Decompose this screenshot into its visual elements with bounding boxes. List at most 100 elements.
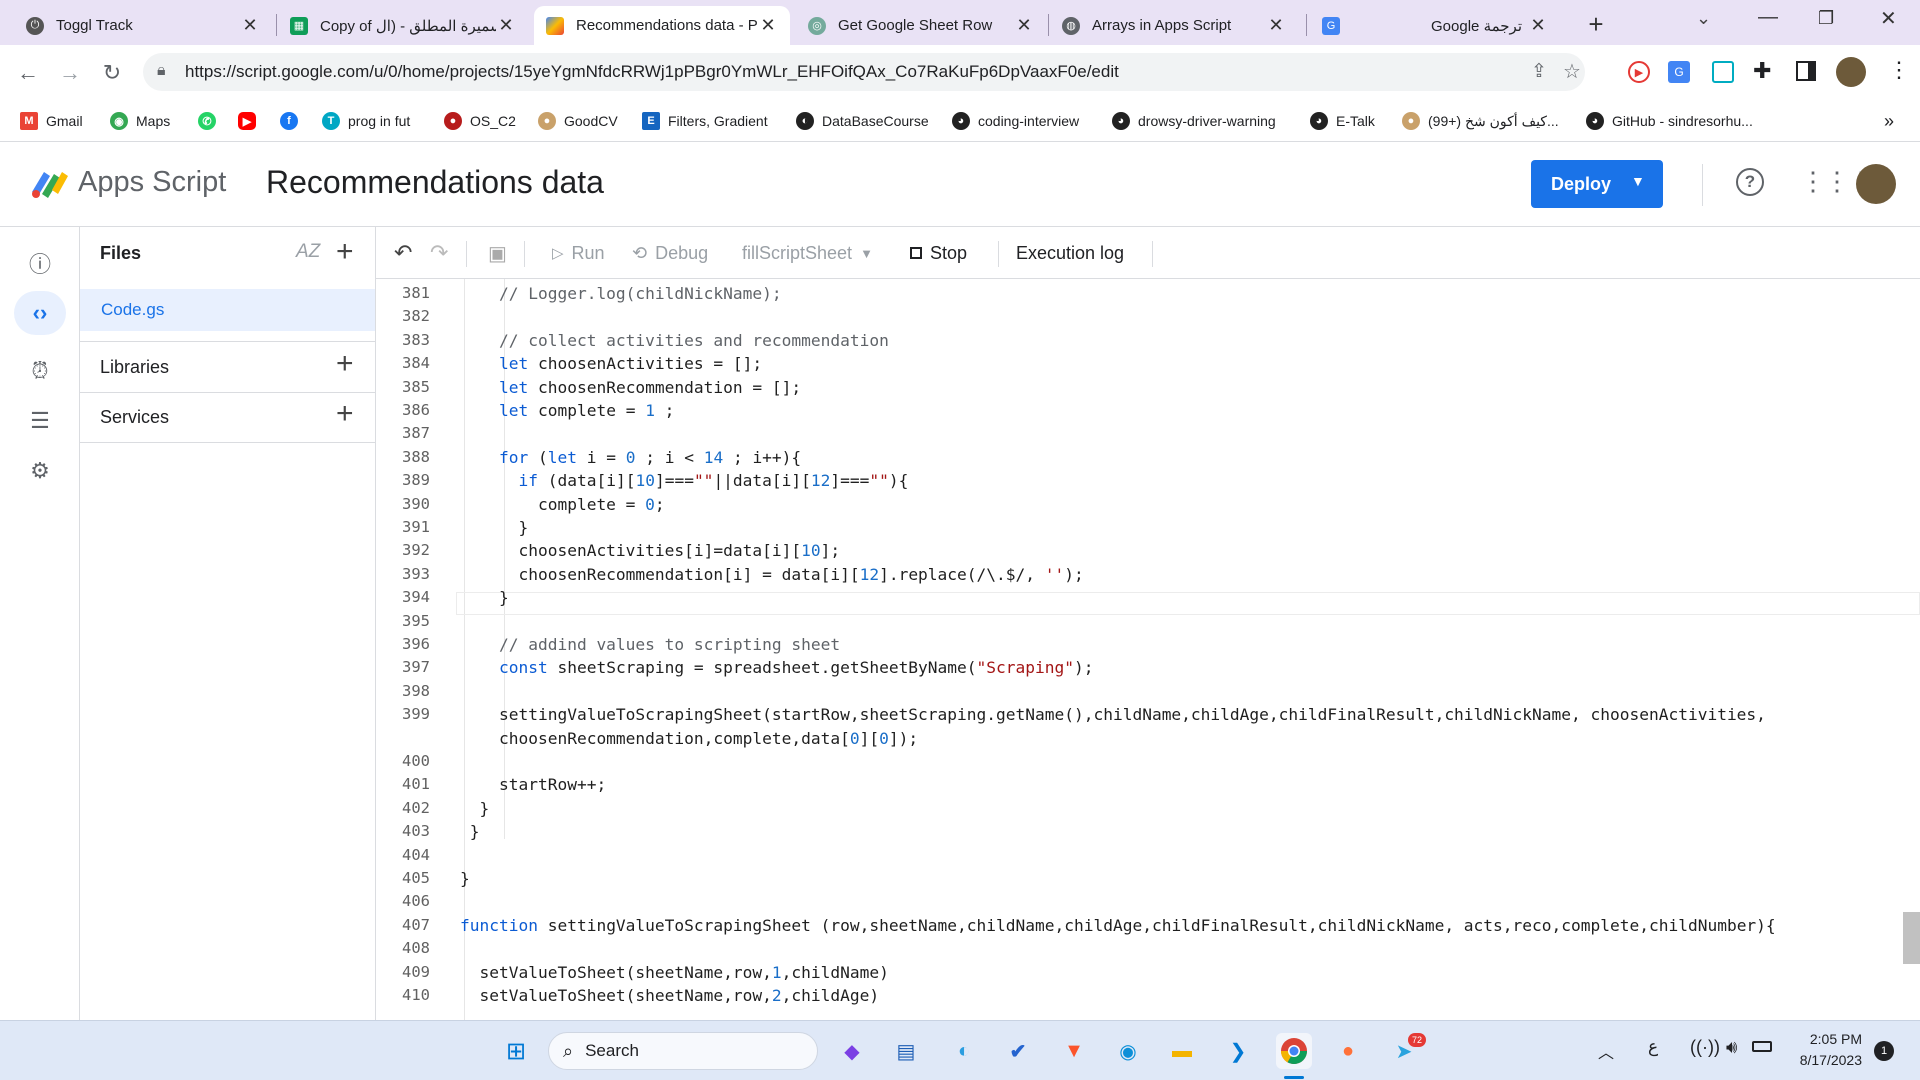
editor-scrollbar[interactable]: [1903, 912, 1920, 964]
bookmark-star-icon[interactable]: ☆: [1563, 59, 1581, 84]
edge-icon[interactable]: ◉: [1110, 1033, 1146, 1069]
executions-list-icon[interactable]: ☰: [14, 399, 66, 443]
taskbar-search-box[interactable]: ⌕ Search: [548, 1032, 818, 1070]
show-hidden-icons-chevron-icon[interactable]: ︿: [1598, 1039, 1614, 1063]
account-avatar[interactable]: [1856, 164, 1896, 204]
add-library-icon[interactable]: +: [336, 347, 354, 381]
bookmark-maps[interactable]: ◉ Maps: [110, 109, 170, 133]
close-tab-icon[interactable]: ✕: [758, 15, 778, 36]
tab-arrays-apps-script[interactable]: ◍ Arrays in Apps Script ✕: [1050, 6, 1298, 45]
extensions-puzzle-icon[interactable]: ✚: [1753, 58, 1771, 84]
edge-dev-icon[interactable]: ◐: [946, 1033, 982, 1069]
close-tab-icon[interactable]: ✕: [240, 15, 260, 36]
code-editor[interactable]: 381 // Logger.log(childNickName); 382 383 …: [376, 279, 1920, 1020]
close-tab-icon[interactable]: ✕: [496, 15, 516, 36]
code-line[interactable]: }: [460, 518, 528, 537]
bookmark-filters[interactable]: E Filters, Gradient: [642, 109, 768, 133]
code-line[interactable]: choosenRecommendation[i] = data[i][12].r…: [460, 565, 1083, 584]
code-line[interactable]: }: [460, 869, 470, 888]
deploy-button[interactable]: Deploy ▼: [1531, 160, 1663, 208]
code-line[interactable]: let choosenActivities = [];: [460, 354, 762, 373]
stop-button[interactable]: Stop: [910, 227, 967, 279]
browser-menu-icon[interactable]: ⋮: [1888, 57, 1910, 83]
redo-icon[interactable]: ↷: [430, 227, 448, 279]
bookmark-etalk[interactable]: ◕ E-Talk: [1310, 109, 1375, 133]
execution-log-button[interactable]: Execution log: [1016, 227, 1124, 279]
bookmark-facebook[interactable]: f: [280, 109, 306, 133]
input-language[interactable]: ع: [1648, 1037, 1658, 1057]
overview-info-icon[interactable]: ⓘ: [14, 241, 66, 285]
save-extension-icon[interactable]: [1712, 61, 1734, 83]
tab-search-chevron-icon[interactable]: ⌄: [1696, 8, 1711, 29]
bookmark-whatsapp[interactable]: ✆: [198, 109, 224, 133]
vscode-icon[interactable]: ❯: [1220, 1033, 1256, 1069]
settings-gear-icon[interactable]: ⚙: [14, 449, 66, 493]
run-button[interactable]: ▷ Run: [552, 227, 605, 279]
tab-get-sheet-row[interactable]: ◎ Get Google Sheet Row ✕: [796, 6, 1046, 45]
code-line[interactable]: setValueToSheet(sheetName,row,1,childNam…: [460, 963, 888, 982]
code-line[interactable]: // addind values to scripting sheet: [460, 635, 840, 654]
restore-icon[interactable]: ❐: [1818, 8, 1834, 29]
code-line[interactable]: let choosenRecommendation = [];: [460, 378, 801, 397]
share-icon[interactable]: ⇪: [1531, 60, 1547, 83]
forward-arrow-icon[interactable]: →: [54, 57, 86, 89]
code-line[interactable]: setValueToSheet(sheetName,row,2,childAge…: [460, 986, 879, 1005]
clock-time[interactable]: 2:05 PM: [1798, 1031, 1862, 1047]
volume-icon[interactable]: 🔊︎: [1726, 1037, 1737, 1058]
profile-avatar[interactable]: [1836, 57, 1866, 87]
close-tab-icon[interactable]: ✕: [1266, 15, 1286, 36]
sort-az-icon[interactable]: AZ: [296, 241, 320, 263]
record-extension-icon[interactable]: ▶: [1628, 61, 1650, 83]
add-file-icon[interactable]: +: [336, 235, 354, 269]
brave-icon[interactable]: ▼: [1056, 1033, 1092, 1069]
side-panel-icon[interactable]: [1796, 61, 1816, 81]
more-bookmarks-icon[interactable]: »: [1884, 109, 1894, 133]
address-bar[interactable]: 🔒︎ https://script.google.com/u/0/home/pr…: [143, 53, 1585, 91]
save-icon[interactable]: ▣: [488, 227, 507, 279]
code-line[interactable]: // collect activities and recommendation: [460, 331, 889, 350]
project-title[interactable]: Recommendations data: [266, 164, 604, 201]
code-line[interactable]: }: [460, 799, 489, 818]
code-line[interactable]: let complete = 1 ;: [460, 401, 674, 420]
window-close-icon[interactable]: ✕: [1880, 6, 1897, 31]
undo-icon[interactable]: ↶: [394, 227, 412, 279]
help-icon[interactable]: ?: [1736, 168, 1764, 196]
battery-icon[interactable]: [1752, 1041, 1772, 1052]
notification-count-badge[interactable]: 1: [1874, 1041, 1894, 1061]
triggers-alarm-icon[interactable]: ⏰︎: [14, 349, 66, 393]
tab-toggl[interactable]: ⏻ Toggl Track ✕: [14, 6, 272, 45]
code-line[interactable]: choosenRecommendation,complete,data[0][0…: [460, 729, 918, 748]
code-line[interactable]: }: [460, 588, 509, 607]
apps-script-logo-icon[interactable]: [28, 164, 72, 200]
bookmark-quora[interactable]: ● (99+) كيف أكون شخ...: [1402, 109, 1559, 133]
bookmark-goodcv[interactable]: ● GoodCV: [538, 109, 618, 133]
visual-studio-icon[interactable]: ◆: [834, 1033, 870, 1069]
close-tab-icon[interactable]: ✕: [1528, 15, 1548, 36]
file-explorer-icon[interactable]: ▬: [1164, 1033, 1200, 1069]
code-line[interactable]: if (data[i][10]===""||data[i][12]===""){: [460, 471, 908, 490]
bookmark-drowsy[interactable]: ◕ drowsy-driver-warning: [1112, 109, 1276, 133]
code-line[interactable]: const sheetScraping = spreadsheet.getShe…: [460, 658, 1094, 677]
tab-google-translate[interactable]: G Google ترجمة ✕: [1310, 6, 1560, 45]
store-icon[interactable]: ▤: [888, 1033, 924, 1069]
add-service-icon[interactable]: +: [336, 397, 354, 431]
bookmark-prog[interactable]: Tprog in fut: [322, 109, 410, 133]
tab-recommendations[interactable]: Recommendations data - Pr ✕: [534, 6, 790, 45]
bookmark-os[interactable]: ● OS_C2: [444, 109, 516, 133]
minimize-icon[interactable]: —: [1758, 6, 1778, 29]
bookmark-youtube[interactable]: ▶: [238, 109, 264, 133]
todo-check-icon[interactable]: ✔: [1000, 1033, 1036, 1069]
wifi-icon[interactable]: ((·)): [1690, 1037, 1720, 1058]
firefox-icon[interactable]: ●: [1330, 1033, 1366, 1069]
code-line[interactable]: settingValueToScrapingSheet(startRow,she…: [460, 705, 1766, 724]
back-arrow-icon[interactable]: ←: [12, 57, 44, 89]
bookmark-gmail[interactable]: M Gmail: [20, 109, 83, 133]
clock-date[interactable]: 8/17/2023: [1790, 1052, 1862, 1068]
editor-code-icon[interactable]: ‹›: [14, 291, 66, 335]
translate-extension-icon[interactable]: G: [1668, 61, 1690, 83]
windows-start-icon[interactable]: ⊞: [498, 1033, 534, 1069]
reload-icon[interactable]: ↻: [96, 57, 128, 89]
product-name[interactable]: Apps Script: [78, 166, 226, 199]
code-line[interactable]: // Logger.log(childNickName);: [460, 284, 782, 303]
new-tab-button[interactable]: +: [1580, 8, 1612, 40]
